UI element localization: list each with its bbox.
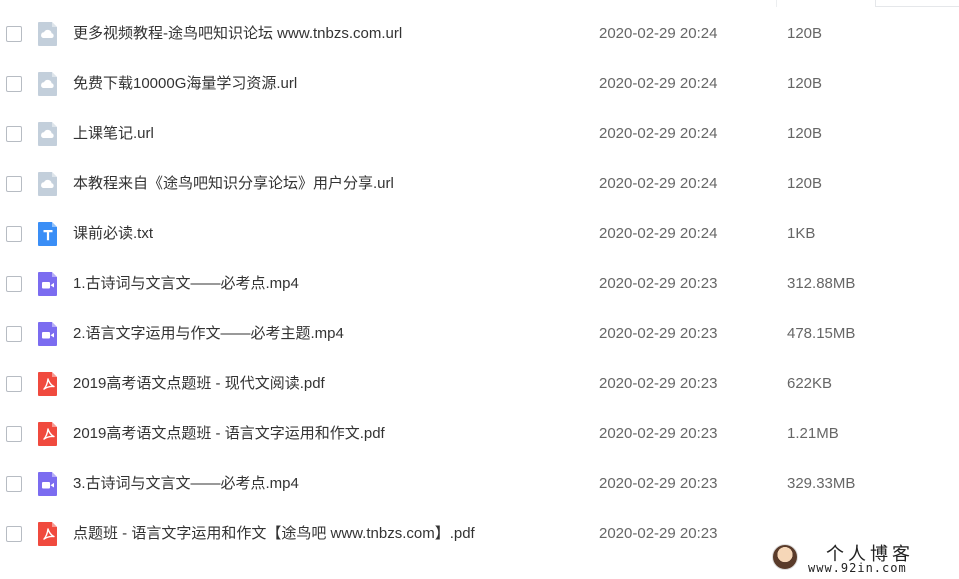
file-row[interactable]: 3.古诗词与文言文——必考点.mp4 2020-02-29 20:23 329.33… xyxy=(0,459,959,509)
watermark: 个人博客 www.92in.com xyxy=(768,540,959,579)
file-size: 120B xyxy=(787,125,823,142)
pdf-file-icon xyxy=(37,521,59,547)
file-size: 1KB xyxy=(787,225,816,242)
file-size: 120B xyxy=(787,75,823,92)
row-checkbox[interactable] xyxy=(6,476,22,492)
row-checkbox[interactable] xyxy=(6,226,22,242)
file-size: 120B xyxy=(787,175,823,192)
file-name[interactable]: 2.语言文字运用与作文——必考主题.mp4 xyxy=(73,309,344,359)
row-checkbox[interactable] xyxy=(6,126,22,142)
file-size: - xyxy=(787,0,792,9)
file-row[interactable]: 更多视频教程-途鸟吧知识论坛 www.tnbzs.com.url 2020-02-… xyxy=(0,9,959,59)
file-row[interactable]: 历年（近3年）高考作文题目汇总原创作文集锦 2020-02-29 20:23 - xyxy=(0,0,959,9)
file-size: 120B xyxy=(787,25,823,42)
file-size: 622KB xyxy=(787,375,833,392)
file-row[interactable]: 2019高考语文点题班 - 现代文阅读.pdf 2020-02-29 20:23 6… xyxy=(0,359,959,409)
file-row[interactable]: 2.语言文字运用与作文——必考主题.mp4 2020-02-29 20:23 478… xyxy=(0,309,959,359)
pdf-file-icon xyxy=(37,421,59,447)
row-checkbox[interactable] xyxy=(6,526,22,542)
file-row[interactable]: 本教程来自《途鸟吧知识分享论坛》用户分享.url 2020-02-29 20:24… xyxy=(0,159,959,209)
file-modified-date: 2020-02-29 20:24 xyxy=(599,175,718,192)
file-list: 历年（近3年）高考作文题目汇总原创作文集锦2020-02-29 20:23-更多… xyxy=(0,0,959,559)
file-size: 329.33MB xyxy=(787,475,856,492)
file-modified-date: 2020-02-29 20:23 xyxy=(599,375,718,392)
row-checkbox[interactable] xyxy=(6,26,22,42)
file-name[interactable]: 2019高考语文点题班 - 现代文阅读.pdf xyxy=(73,359,325,409)
video-file-icon xyxy=(37,271,59,297)
row-checkbox[interactable] xyxy=(6,76,22,92)
file-name[interactable]: 更多视频教程-途鸟吧知识论坛 www.tnbzs.com.url xyxy=(73,9,402,59)
file-name[interactable]: 本教程来自《途鸟吧知识分享论坛》用户分享.url xyxy=(73,159,394,209)
row-checkbox[interactable] xyxy=(6,426,22,442)
row-checkbox[interactable] xyxy=(6,376,22,392)
file-modified-date: 2020-02-29 20:24 xyxy=(599,125,718,142)
txt-file-icon xyxy=(37,221,59,247)
file-name[interactable]: 上课笔记.url xyxy=(73,109,154,159)
url-file-icon xyxy=(37,121,59,147)
file-row[interactable]: 课前必读.txt 2020-02-29 20:24 1KB xyxy=(0,209,959,259)
file-name[interactable]: 3.古诗词与文言文——必考点.mp4 xyxy=(73,459,299,509)
file-modified-date: 2020-02-29 20:23 xyxy=(599,325,718,342)
file-name[interactable]: 历年（近3年）高考作文题目汇总原创作文集锦 xyxy=(73,0,381,9)
url-file-icon xyxy=(37,71,59,97)
file-modified-date: 2020-02-29 20:23 xyxy=(599,425,718,442)
file-modified-date: 2020-02-29 20:23 xyxy=(599,475,718,492)
row-checkbox[interactable] xyxy=(6,176,22,192)
file-row[interactable]: 免费下载10000G海量学习资源.url 2020-02-29 20:24 120B xyxy=(0,59,959,109)
file-size: 478.15MB xyxy=(787,325,856,342)
file-row[interactable]: 2019高考语文点题班 - 语言文字运用和作文.pdf 2020-02-29 20… xyxy=(0,409,959,459)
file-size: 312.88MB xyxy=(787,275,856,292)
file-modified-date: 2020-02-29 20:23 xyxy=(599,275,718,292)
file-size: 1.21MB xyxy=(787,425,839,442)
file-name[interactable]: 点题班 - 语言文字运用和作文【途鸟吧 www.tnbzs.com】.pdf xyxy=(73,509,475,559)
file-modified-date: 2020-02-29 20:23 xyxy=(599,525,718,542)
watermark-url: www.92in.com xyxy=(808,561,907,575)
row-checkbox[interactable] xyxy=(6,276,22,292)
video-file-icon xyxy=(37,321,59,347)
watermark-avatar xyxy=(772,544,798,570)
file-row[interactable]: 上课笔记.url 2020-02-29 20:24 120B xyxy=(0,109,959,159)
file-name[interactable]: 免费下载10000G海量学习资源.url xyxy=(73,59,297,109)
file-name[interactable]: 2019高考语文点题班 - 语言文字运用和作文.pdf xyxy=(73,409,385,459)
file-modified-date: 2020-02-29 20:24 xyxy=(599,225,718,242)
file-row[interactable]: 1.古诗词与文言文——必考点.mp4 2020-02-29 20:23 312.88… xyxy=(0,259,959,309)
url-file-icon xyxy=(37,171,59,197)
video-file-icon xyxy=(37,471,59,497)
url-file-icon xyxy=(37,21,59,47)
file-name[interactable]: 1.古诗词与文言文——必考点.mp4 xyxy=(73,259,299,309)
file-modified-date: 2020-02-29 20:23 xyxy=(599,0,717,9)
file-name[interactable]: 课前必读.txt xyxy=(73,209,153,259)
row-checkbox[interactable] xyxy=(6,326,22,342)
file-modified-date: 2020-02-29 20:24 xyxy=(599,25,718,42)
file-modified-date: 2020-02-29 20:24 xyxy=(599,75,718,92)
pdf-file-icon xyxy=(37,371,59,397)
